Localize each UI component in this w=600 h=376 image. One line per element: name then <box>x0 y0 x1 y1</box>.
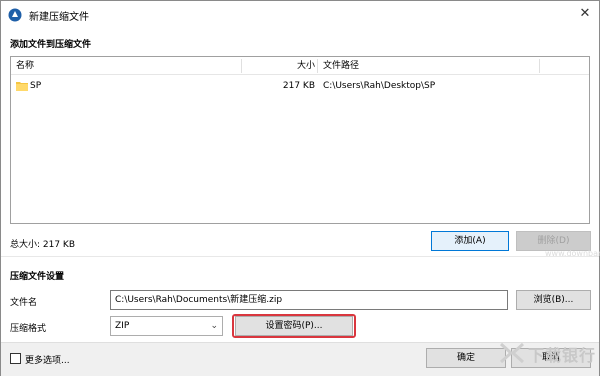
window-title: 新建压缩文件 <box>29 12 89 23</box>
app-logo-icon <box>8 8 22 22</box>
file-list[interactable]: 名称 大小 文件路径 SP 217 KB C:\Users\Rah\Deskto… <box>10 56 590 224</box>
close-icon[interactable]: ✕ <box>580 6 591 21</box>
close-button[interactable]: ✕ <box>573 3 597 25</box>
file-path: C:\Users\Rah\Desktop\SP <box>323 81 436 91</box>
table-row[interactable]: SP 217 KB C:\Users\Rah\Desktop\SP <box>11 77 589 95</box>
settings-heading: 压缩文件设置 <box>10 272 65 282</box>
column-divider[interactable] <box>317 59 318 73</box>
file-list-header: 名称 大小 文件路径 <box>11 57 589 75</box>
new-archive-dialog: 新建压缩文件 ✕ 添加文件到压缩文件 名称 大小 文件路径 SP 217 KB … <box>0 0 600 376</box>
more-options-checkbox[interactable] <box>10 353 21 364</box>
section-divider <box>1 256 599 257</box>
more-options-label[interactable]: 更多选项... <box>25 353 70 366</box>
format-label: 压缩格式 <box>10 324 47 334</box>
filename-field[interactable]: C:\Users\Rah\Documents\新建压缩.zip <box>110 290 508 310</box>
column-header-path[interactable]: 文件路径 <box>323 57 359 75</box>
watermark-text: 下载银行 <box>528 346 597 365</box>
format-selected-value: ZIP <box>115 321 130 331</box>
add-button[interactable]: 添加(A) <box>431 231 509 251</box>
file-size: 217 KB <box>282 81 315 91</box>
folder-icon <box>16 82 28 91</box>
column-header-size[interactable]: 大小 <box>243 57 315 75</box>
title-bar: 新建压缩文件 ✕ <box>1 1 599 29</box>
total-size: 总大小: 217 KB <box>10 240 76 250</box>
column-divider[interactable] <box>539 59 540 73</box>
column-header-name[interactable]: 名称 <box>16 57 34 75</box>
filename-label: 文件名 <box>10 298 38 308</box>
add-files-heading: 添加文件到压缩文件 <box>10 40 92 50</box>
ok-button[interactable]: 确定 <box>426 348 506 368</box>
file-name: SP <box>30 81 42 91</box>
annotation-highlight-box <box>232 314 356 338</box>
format-select[interactable]: ZIP ⌄ <box>110 316 223 336</box>
browse-button[interactable]: 浏览(B)... <box>516 290 591 310</box>
chevron-down-icon: ⌄ <box>210 321 218 331</box>
watermark-logo-icon <box>499 342 525 364</box>
column-divider[interactable] <box>241 59 242 73</box>
delete-button[interactable]: 删除(D) <box>516 231 591 251</box>
